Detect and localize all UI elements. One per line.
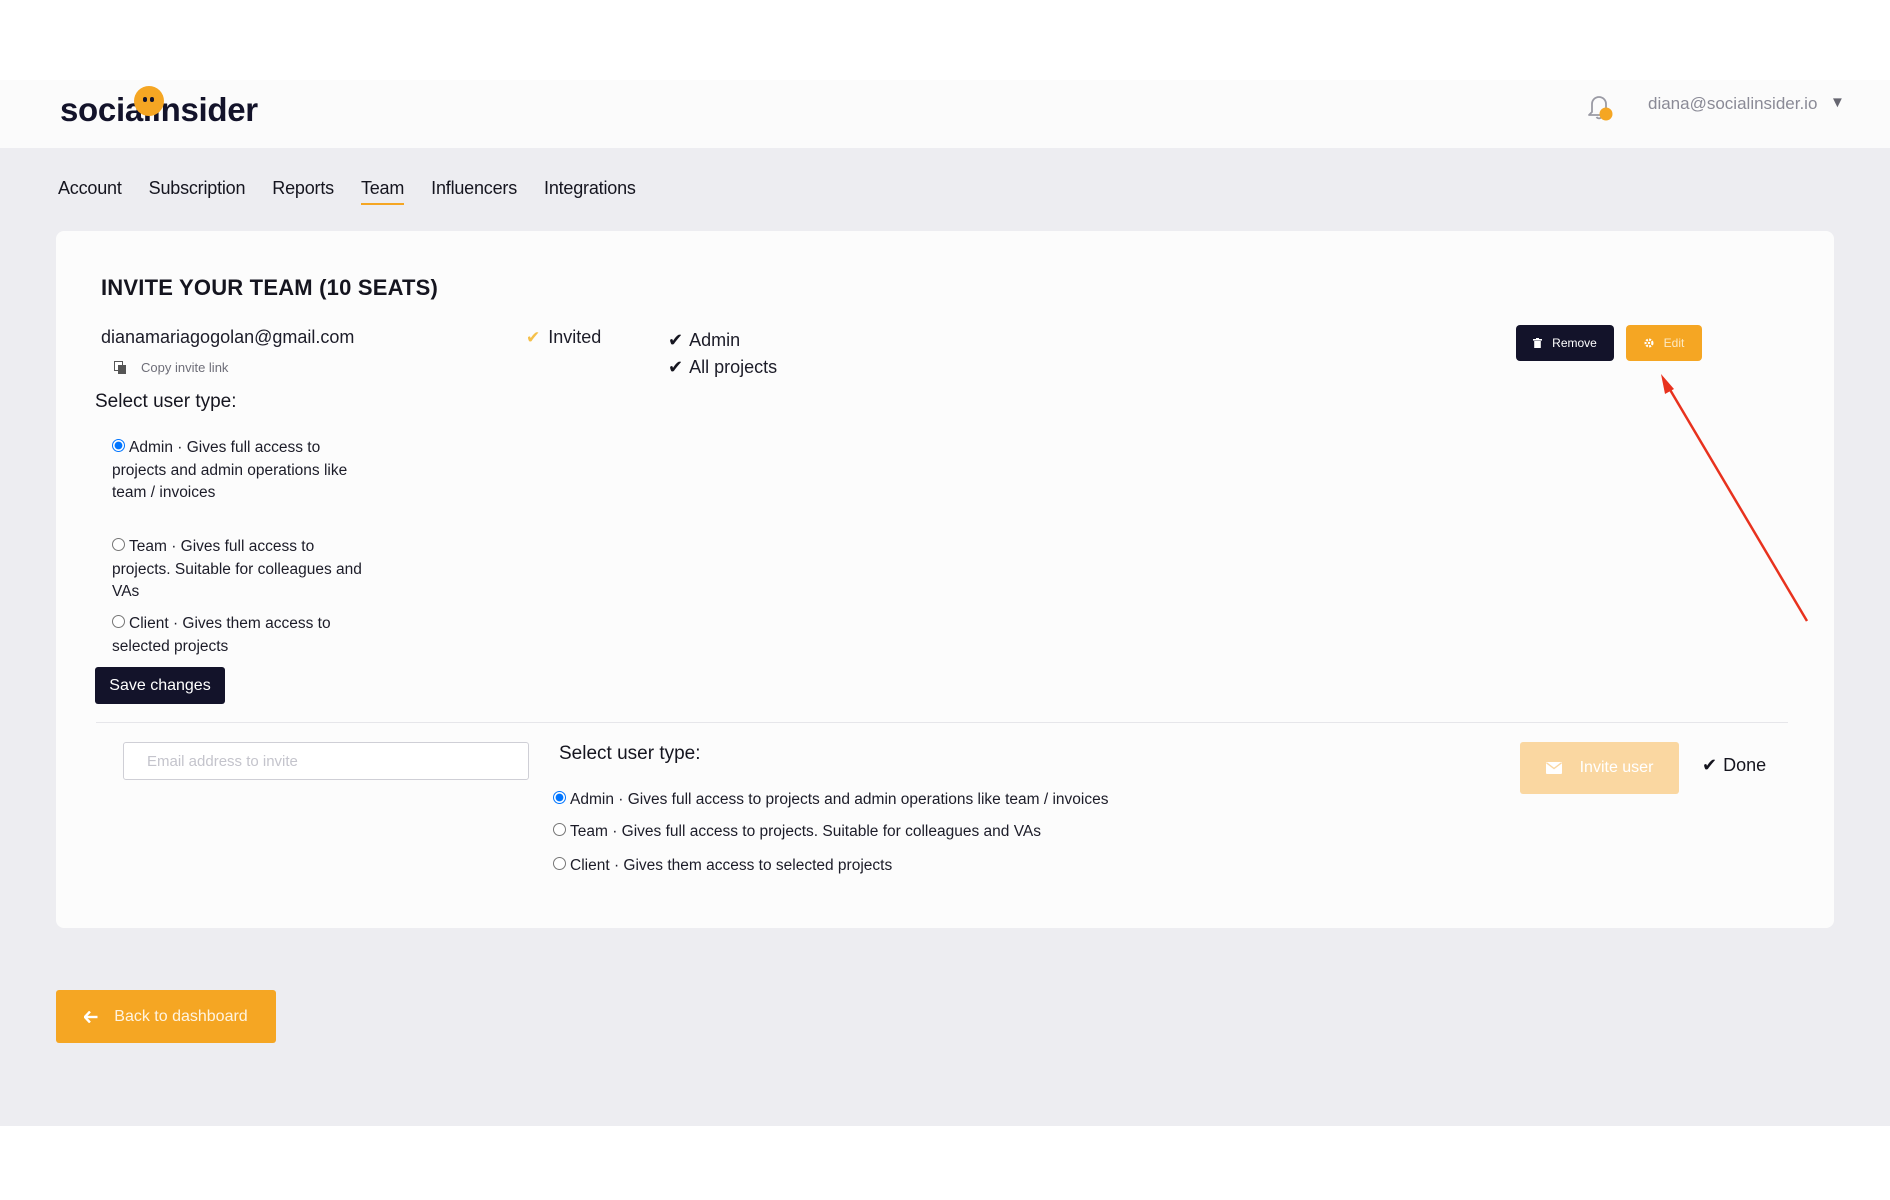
save-changes-button[interactable]: Save changes [95, 667, 225, 704]
select-user-type-label: Select user type: [95, 391, 237, 412]
invite-type-option-admin: Admin · Gives full access to projects an… [553, 791, 1108, 809]
member-email: dianamariagogolan@gmail.com [101, 327, 355, 347]
check-icon: ✔ [668, 330, 684, 350]
tab-subscription[interactable]: Subscription [149, 178, 246, 205]
radio-client[interactable] [553, 857, 566, 870]
tab-influencers[interactable]: Influencers [431, 178, 517, 205]
back-to-dashboard-button[interactable]: Back to dashboard [56, 990, 276, 1043]
edit-button-label: Edit [1663, 336, 1685, 350]
role-label: All projects [689, 357, 778, 377]
logo-face-icon [134, 86, 164, 116]
divider [96, 722, 1788, 723]
user-type-option-team: Team · Gives full access to projects. Su… [112, 536, 362, 604]
tab-team[interactable]: Team [360, 178, 404, 205]
invite-email-input[interactable] [123, 742, 529, 780]
option-name: Team [129, 538, 167, 555]
role-item: ✔ Admin [668, 327, 777, 354]
tab-account[interactable]: Account [58, 178, 122, 205]
back-to-dashboard-label: Back to dashboard [114, 1007, 248, 1025]
invite-user-label: Invite user [1579, 759, 1654, 776]
done-label: Done [1723, 755, 1767, 775]
user-menu-email[interactable]: diana@socialinsider.io [1648, 94, 1817, 114]
select-user-type-label: Select user type: [559, 743, 701, 764]
option-name: Admin [129, 439, 173, 456]
remove-button[interactable]: Remove [1516, 325, 1614, 361]
tab-reports[interactable]: Reports [272, 178, 334, 205]
edit-button[interactable]: Edit [1626, 325, 1702, 361]
invite-type-option-team: Team · Gives full access to projects. Su… [553, 823, 1041, 841]
option-name: Client [129, 615, 169, 632]
caret-down-icon[interactable]: ▼ [1830, 94, 1845, 111]
card-title: INVITE YOUR TEAM (10 SEATS) [101, 275, 439, 300]
check-icon: ✔ [526, 327, 541, 347]
radio-admin[interactable] [112, 439, 125, 452]
team-card: INVITE YOUR TEAM (10 SEATS) dianamariago… [56, 231, 1834, 928]
invite-user-button[interactable]: Invite user [1520, 742, 1679, 794]
user-type-option-client: Client · Gives them access to selected p… [112, 613, 362, 658]
user-type-option-admin: Admin · Gives full access to projects an… [112, 437, 362, 505]
role-item: ✔ All projects [668, 354, 777, 381]
option-name: Client [570, 857, 610, 874]
status-badge: ✔ Invited [526, 327, 601, 348]
envelope-icon [1545, 762, 1562, 774]
arrow-left-icon [84, 1010, 98, 1023]
option-name: Team [570, 823, 608, 840]
gear-icon [1644, 338, 1654, 348]
bell-icon[interactable] [1584, 92, 1616, 122]
check-icon: ✔ [668, 357, 684, 377]
invite-type-option-client: Client · Gives them access to selected p… [553, 857, 892, 875]
radio-team[interactable] [112, 538, 125, 551]
copy-invite-link-label: Copy invite link [141, 360, 229, 375]
radio-admin[interactable] [553, 791, 566, 804]
settings-nav: Account Subscription Reports Team Influe… [58, 178, 636, 205]
option-desc: · Gives full access to projects and admi… [613, 791, 1109, 808]
done-button[interactable]: ✔ Done [1702, 755, 1766, 776]
copy-icon [114, 360, 126, 374]
radio-team[interactable] [553, 823, 566, 836]
copy-invite-link[interactable]: Copy invite link [114, 360, 228, 375]
option-desc: · Gives full access to projects. Suitabl… [607, 823, 1041, 840]
member-roles: ✔ Admin ✔ All projects [668, 327, 777, 381]
remove-button-label: Remove [1552, 336, 1597, 350]
trash-icon [1533, 338, 1543, 348]
tab-integrations[interactable]: Integrations [544, 178, 636, 205]
role-label: Admin [689, 330, 741, 350]
radio-client[interactable] [112, 615, 125, 628]
status-label: Invited [548, 327, 602, 347]
option-name: Admin [570, 791, 614, 808]
check-icon: ✔ [1702, 755, 1718, 775]
option-desc: · Gives them access to selected projects [609, 857, 893, 874]
